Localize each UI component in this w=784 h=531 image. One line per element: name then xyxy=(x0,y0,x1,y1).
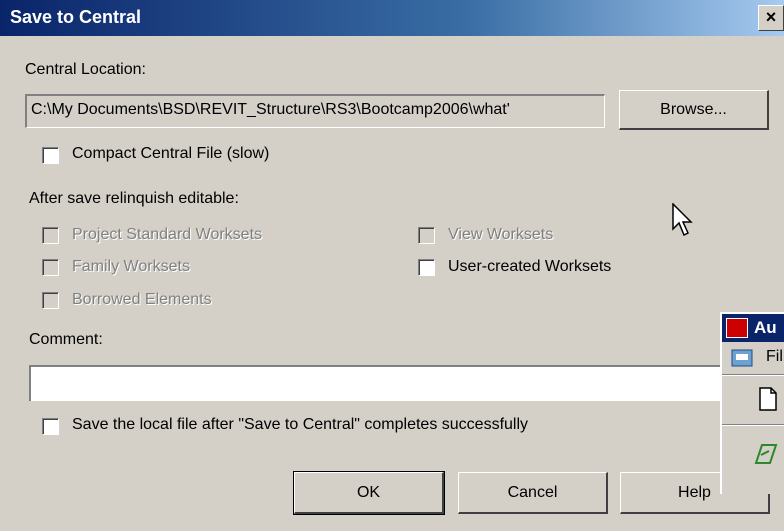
comment-label: Comment: xyxy=(29,331,103,348)
background-window-title-bar[interactable]: Au xyxy=(722,314,784,342)
mouse-cursor-icon xyxy=(672,203,693,237)
project-standard-worksets-checkbox[interactable] xyxy=(42,227,59,244)
project-standard-worksets-label: Project Standard Worksets xyxy=(72,226,263,243)
save-local-checkbox[interactable] xyxy=(42,418,59,435)
new-document-icon[interactable] xyxy=(758,387,778,411)
cancel-button[interactable]: Cancel xyxy=(458,472,608,514)
title-bar[interactable]: Save to Central × xyxy=(0,0,784,36)
user-created-worksets-label: User-created Worksets xyxy=(448,258,612,275)
file-menu[interactable]: Fil xyxy=(766,348,783,366)
dialog-title: Save to Central xyxy=(10,7,142,27)
comment-input[interactable] xyxy=(29,365,729,401)
background-toolbar-row xyxy=(722,374,784,423)
central-location-label: Central Location: xyxy=(25,61,146,78)
close-button[interactable]: × xyxy=(758,5,784,31)
save-to-central-dialog: Save to Central × Central Location: C:\M… xyxy=(0,0,784,531)
compact-central-checkbox[interactable] xyxy=(42,147,59,164)
background-window-title: Au xyxy=(754,318,777,337)
save-file-icon[interactable] xyxy=(730,348,756,368)
ok-button[interactable]: OK xyxy=(293,471,445,515)
family-worksets-label: Family Worksets xyxy=(72,258,190,275)
background-window[interactable]: Au Fil xyxy=(720,312,784,494)
borrowed-elements-checkbox[interactable] xyxy=(42,292,59,309)
save-local-label: Save the local file after "Save to Centr… xyxy=(72,416,529,433)
view-worksets-checkbox[interactable] xyxy=(418,227,435,244)
central-location-path-field[interactable]: C:\My Documents\BSD\REVIT_Structure\RS3\… xyxy=(25,94,605,128)
view-worksets-label: View Worksets xyxy=(448,226,554,243)
background-toolbar-row xyxy=(722,424,784,485)
relinquish-label: After save relinquish editable: xyxy=(29,190,239,207)
family-worksets-checkbox[interactable] xyxy=(42,259,59,276)
browse-button[interactable]: Browse... xyxy=(619,90,769,130)
borrowed-elements-label: Borrowed Elements xyxy=(72,291,212,308)
user-created-worksets-checkbox[interactable] xyxy=(418,259,435,276)
compact-central-label: Compact Central File (slow) xyxy=(72,145,270,162)
edit-shape-icon[interactable] xyxy=(752,441,778,467)
background-window-menu: Fil xyxy=(722,344,784,372)
app-logo-icon xyxy=(726,318,748,338)
